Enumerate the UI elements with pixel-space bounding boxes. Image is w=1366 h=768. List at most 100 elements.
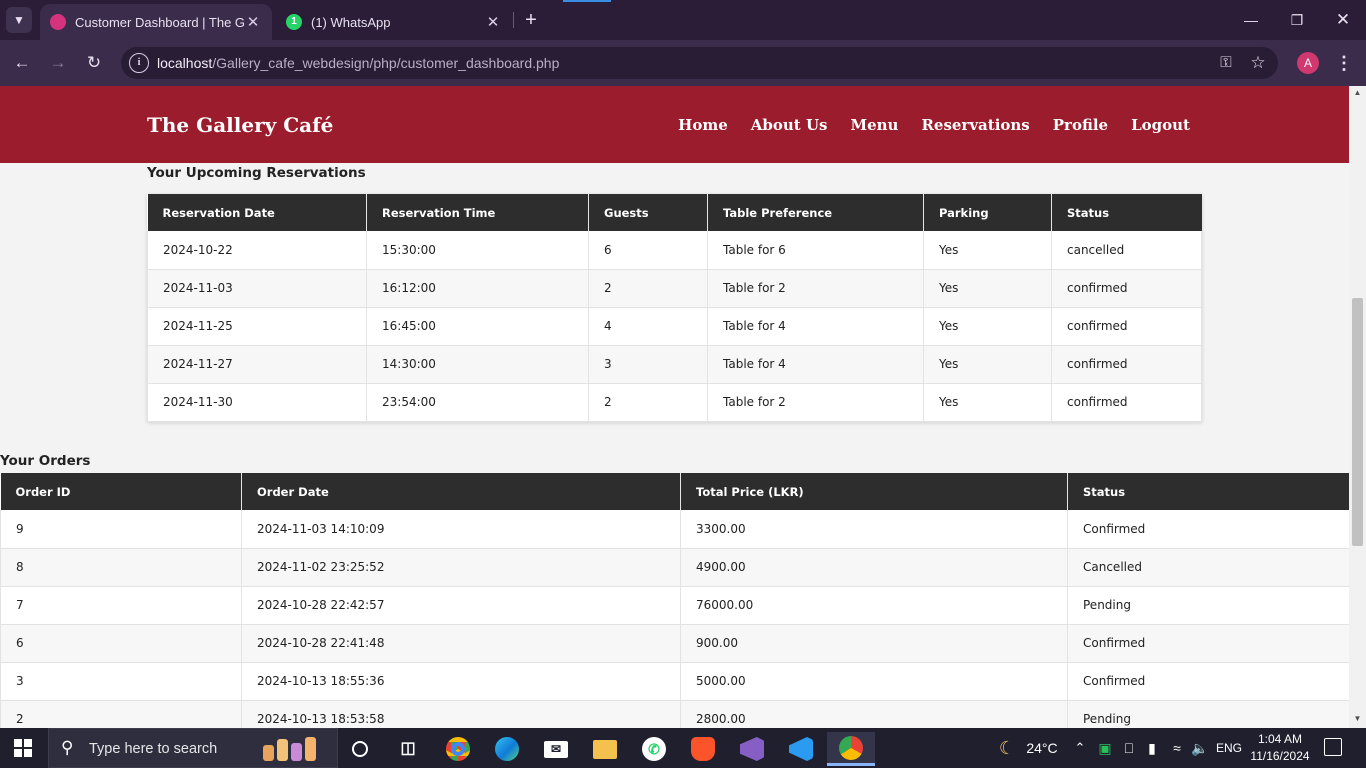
battery-icon[interactable]: ▮ (1143, 728, 1161, 768)
weather-temperature[interactable]: 24°C (1024, 728, 1060, 768)
chrome-profile-icon[interactable] (827, 732, 875, 766)
scroll-thumb[interactable] (1352, 298, 1363, 546)
whatsapp-icon[interactable]: ✆ (634, 732, 674, 766)
url-path: /Gallery_cafe_webdesign/php/customer_das… (212, 55, 560, 71)
nav-reservations[interactable]: Reservations (921, 116, 1029, 134)
table-cell: Yes (923, 345, 1052, 384)
search-icon: ⚲ (61, 738, 74, 757)
table-cell: 7 (0, 586, 242, 625)
wifi-icon[interactable]: ≈ (1167, 728, 1187, 768)
table-cell: Table for 4 (707, 345, 924, 384)
table-cell: Table for 2 (707, 383, 924, 422)
task-view-icon[interactable]: ◫ (388, 732, 428, 766)
mail-icon[interactable]: ✉ (536, 732, 576, 766)
table-cell: cancelled (1051, 231, 1202, 270)
table-cell: 2024-11-25 (147, 307, 367, 346)
address-bar[interactable]: i localhost/Gallery_cafe_webdesign/php/c… (121, 47, 1278, 79)
table-header-row: Reservation Date Reservation Time Guests… (147, 194, 1202, 231)
tab-title: (1) WhatsApp (311, 14, 391, 30)
table-cell: Yes (923, 269, 1052, 308)
whatsapp-favicon-icon: 1 (286, 14, 302, 30)
url-host: localhost (157, 55, 213, 71)
brave-icon[interactable] (683, 732, 723, 766)
weather-icon[interactable]: ☾ (994, 728, 1020, 768)
taskbar-search-placeholder: Type here to search (89, 741, 218, 757)
table-cell: 15:30:00 (366, 231, 589, 270)
table-row: 9 2024-11-03 14:10:09 3300.00 Confirmed (0, 510, 1349, 549)
table-cell: 4 (588, 307, 708, 346)
table-cell: 2024-11-30 (147, 383, 367, 422)
password-key-icon[interactable]: ⚿ (1215, 53, 1237, 73)
windows-taskbar: ⚲ Type here to search ◫ ✉ ✆ ☾ 24°C ⌃ ▣ ⎕… (0, 728, 1366, 768)
new-tab-icon[interactable]: + (519, 8, 543, 32)
chevron-up-icon[interactable]: ⌃ (1071, 728, 1089, 768)
nav-home[interactable]: Home (678, 116, 728, 134)
table-cell: 2024-10-13 18:55:36 (241, 662, 681, 701)
camera-icon[interactable]: ⎕ (1120, 728, 1138, 768)
taskbar-search-box[interactable]: ⚲ Type here to search (48, 728, 338, 768)
table-header-row: Order ID Order Date Total Price (LKR) St… (0, 473, 1349, 510)
tab-search-icon[interactable]: ▼ (6, 7, 32, 33)
vs-code-icon[interactable] (781, 732, 821, 766)
tab-close-icon[interactable]: ✕ (244, 13, 262, 31)
tab-close-icon[interactable]: ✕ (484, 13, 502, 31)
table-cell: 8 (0, 548, 242, 587)
menu-dots-icon[interactable]: ⋮ (1334, 51, 1354, 75)
clock-date: 11/16/2024 (1250, 749, 1310, 763)
tab-whatsapp[interactable]: 1 (1) WhatsApp ✕ (276, 4, 512, 40)
table-cell: 3 (0, 662, 242, 701)
back-icon[interactable]: ← (10, 51, 34, 75)
page-viewport: The Gallery Café Home About Us Menu Rese… (0, 86, 1349, 728)
tab-customer-dashboard[interactable]: Customer Dashboard | The Gallery Café ✕ (40, 4, 272, 40)
table-cell: 2024-10-28 22:42:57 (241, 586, 681, 625)
table-cell: 3 (588, 345, 708, 384)
table-row: 2024-11-25 16:45:00 4 Table for 4 Yes confirm… (147, 307, 1202, 346)
table-cell: 6 (588, 231, 708, 270)
minimize-icon[interactable]: — (1228, 0, 1274, 40)
table-cell: Confirmed (1067, 662, 1349, 701)
table-cell: Confirmed (1067, 510, 1349, 549)
nav-profile[interactable]: Profile (1053, 116, 1108, 134)
restore-icon[interactable]: ❐ (1274, 0, 1320, 40)
table-cell: 900.00 (680, 624, 1068, 663)
nvidia-icon[interactable]: ▣ (1096, 728, 1114, 768)
table-cell: Table for 6 (707, 231, 924, 270)
site-brand[interactable]: The Gallery Café (147, 113, 333, 137)
chrome-icon[interactable] (438, 732, 478, 766)
column-header: Table Preference (707, 194, 924, 231)
table-row: 3 2024-10-13 18:55:36 5000.00 Confirmed (0, 662, 1349, 701)
tab-separator (513, 12, 514, 28)
table-cell: 2024-11-03 (147, 269, 367, 308)
visual-studio-icon[interactable] (732, 732, 772, 766)
bookmark-star-icon[interactable]: ☆ (1247, 53, 1269, 73)
scroll-down-icon[interactable]: ▼ (1349, 712, 1366, 726)
language-indicator[interactable]: ENG (1214, 728, 1244, 768)
close-icon[interactable]: ✕ (1320, 0, 1366, 40)
volume-icon[interactable]: 🔈 (1191, 728, 1209, 768)
file-explorer-icon[interactable] (585, 732, 625, 766)
site-info-icon[interactable]: i (129, 53, 149, 73)
table-row: 2024-11-27 14:30:00 3 Table for 4 Yes confirm… (147, 345, 1202, 384)
reload-icon[interactable]: ↻ (82, 51, 106, 75)
notification-icon[interactable] (1324, 738, 1342, 756)
url-text[interactable]: localhost/Gallery_cafe_webdesign/php/cus… (157, 55, 559, 71)
table-cell: Cancelled (1067, 548, 1349, 587)
profile-avatar[interactable]: A (1297, 52, 1319, 74)
gallery-favicon-icon (50, 14, 66, 30)
reservations-title: Your Upcoming Reservations (147, 165, 366, 181)
windows-start-icon[interactable] (14, 739, 32, 757)
table-cell: confirmed (1051, 383, 1202, 422)
scroll-up-icon[interactable]: ▲ (1349, 86, 1366, 100)
nav-menu[interactable]: Menu (850, 116, 898, 134)
taskbar-clock[interactable]: 1:04 AM 11/16/2024 (1244, 731, 1316, 765)
table-cell: Table for 2 (707, 269, 924, 308)
forward-icon[interactable]: → (46, 51, 70, 75)
column-header: Status (1067, 473, 1349, 510)
nav-logout[interactable]: Logout (1131, 116, 1190, 134)
cortana-icon[interactable] (340, 732, 380, 766)
table-cell: 2024-11-27 (147, 345, 367, 384)
edge-icon[interactable] (487, 732, 527, 766)
nav-about-us[interactable]: About Us (751, 116, 828, 134)
table-cell: Yes (923, 383, 1052, 422)
page-scrollbar[interactable]: ▲ ▼ (1349, 86, 1366, 728)
